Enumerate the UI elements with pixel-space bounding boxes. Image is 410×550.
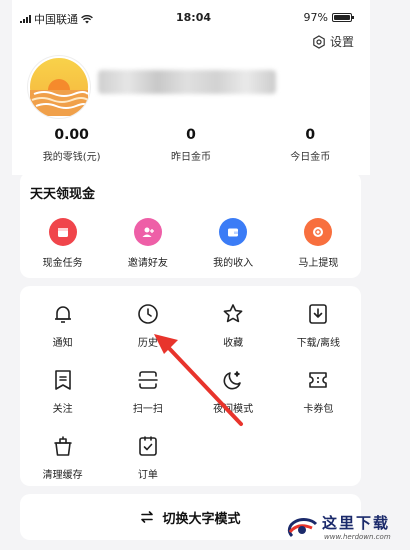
daily-cash-card: 天天领现金 现金任务 邀请好友 我的收入 马上提现 [20,172,361,278]
order-icon [139,436,157,456]
settings-hexagon-icon [313,34,325,49]
tool-download-offline[interactable]: 下载/离线 [276,302,361,354]
stat-yesterday-coins[interactable]: 0 昨日金币 [131,127,250,163]
wifi-icon [81,14,93,23]
tool-notifications[interactable]: 通知 [20,302,105,354]
my-income-button[interactable]: 我的收入 [191,218,276,269]
invite-friend-icon [133,218,162,246]
cash-task-button[interactable]: 现金任务 [20,218,105,269]
stat-value: 0 [186,127,196,143]
tool-label: 扫一扫 [132,404,163,415]
tool-coupons[interactable]: 卡券包 [276,368,361,420]
tool-label: 清理缓存 [42,470,83,481]
daily-cash-title: 天天领现金 [30,187,96,202]
tool-label: 夜间模式 [213,404,254,415]
download-icon [309,304,328,324]
cash-item-label: 邀请好友 [127,258,168,269]
tools-card: 通知 历史 收藏 下载/离线 关注 扫一扫 夜间模式 卡券包 清理缓存 订单 [20,286,361,486]
cash-items-row: 现金任务 邀请好友 我的收入 马上提现 [20,218,361,269]
battery-percent: 97% [303,11,328,24]
star-icon [223,304,243,323]
watermark-title: 这里下载 [322,514,391,532]
tool-label: 收藏 [223,338,244,349]
withdraw-icon [304,218,333,246]
stat-my-change[interactable]: 0.00 我的零钱(元) [12,127,131,163]
stat-label: 昨日金币 [170,152,211,163]
carrier-group: 中国联通 [20,11,93,27]
tool-label: 通知 [52,338,73,349]
tool-label: 关注 [52,404,73,415]
cash-task-icon [48,218,77,246]
tool-label: 历史 [137,338,158,349]
trash-icon [53,436,72,456]
avatar[interactable] [28,56,90,118]
moon-icon [223,371,241,390]
stats-row: 0.00 我的零钱(元) 0 昨日金币 0 今日金币 [12,127,370,163]
cash-item-label: 现金任务 [42,258,83,269]
status-time: 18:04 [176,11,212,24]
tool-clear-cache[interactable]: 清理缓存 [20,434,105,486]
signal-icon [20,15,31,23]
settings-button[interactable]: 设置 [312,33,354,50]
bell-icon [54,306,71,323]
stat-today-coins[interactable]: 0 今日金币 [251,127,370,163]
site-watermark: 这里下载 www.herdown.com [282,508,408,548]
stat-value: 0 [305,127,316,143]
tool-scan[interactable]: 扫一扫 [105,368,190,420]
username-blurred[interactable] [98,70,276,94]
tool-orders[interactable]: 订单 [105,434,190,486]
cash-item-label: 我的收入 [213,258,254,269]
switch-arrows-icon [141,511,154,523]
invite-friends-button[interactable]: 邀请好友 [105,218,190,269]
settings-label: 设置 [329,35,354,49]
status-bar: 中国联通 18:04 97% [12,0,370,34]
stat-label: 今日金币 [290,152,331,163]
scan-icon [138,371,158,389]
tool-following[interactable]: 关注 [20,368,105,420]
tool-night-mode[interactable]: 夜间模式 [191,368,276,420]
stat-label: 我的零钱(元) [42,152,101,163]
watermark-url: www.herdown.com [324,533,391,541]
tool-favorites[interactable]: 收藏 [191,302,276,354]
tool-grid: 通知 历史 收藏 下载/离线 关注 扫一扫 夜间模式 卡券包 清理缓存 订单 [20,302,361,486]
battery-group: 97% [303,11,354,24]
tool-label: 订单 [137,470,158,481]
stat-value: 0.00 [54,127,89,143]
follow-icon [54,370,71,390]
withdraw-now-button[interactable]: 马上提现 [276,218,361,269]
ticket-icon [309,372,328,388]
big-font-mode-label: 切换大字模式 [162,511,241,527]
tool-label: 卡券包 [303,404,334,415]
cash-item-label: 马上提现 [298,258,339,269]
carrier-name: 中国联通 [34,13,78,26]
watermark-logo-icon [287,518,318,538]
phone-screen: 中国联通 18:04 97% 设置 0.00 我的零钱(元) 0 昨日金币 0 … [12,0,370,550]
tool-history[interactable]: 历史 [105,302,190,354]
battery-icon [332,13,354,22]
tool-label: 下载/离线 [296,338,341,349]
sunset-avatar-icon [30,58,89,116]
wallet-icon [219,218,248,246]
clock-icon [138,304,158,324]
